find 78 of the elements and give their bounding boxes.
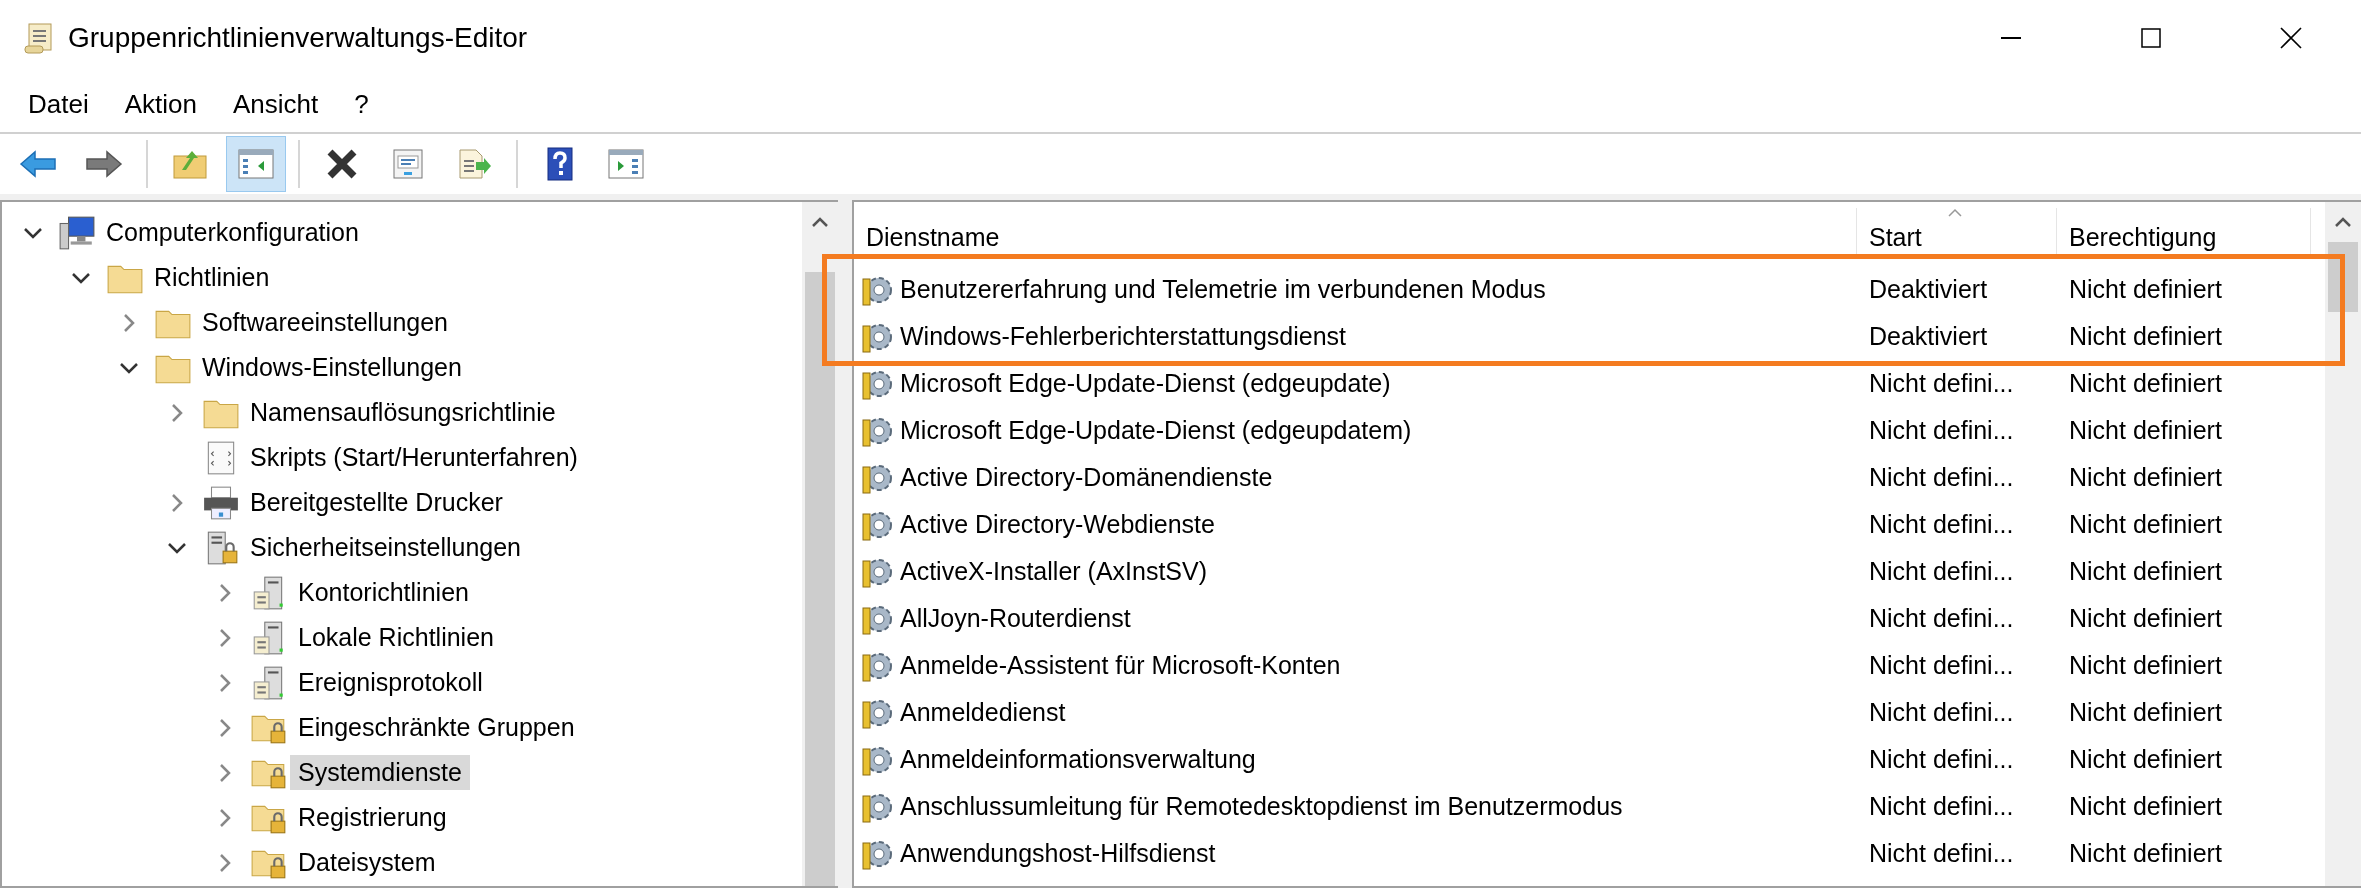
menu-item[interactable]: Aktion <box>106 84 215 124</box>
service-name[interactable]: Anwendungshost-Hilfsdienst <box>900 839 1216 868</box>
start-value: Nicht defini... <box>1869 604 2014 632</box>
permission-value: Nicht definiert <box>2069 416 2222 444</box>
permission-value: Nicht definiert <box>2069 557 2222 585</box>
help-book-icon <box>546 147 574 181</box>
tree-item[interactable]: Sicherheitseinstellungen <box>242 530 529 565</box>
menu-item[interactable]: Datei <box>10 84 107 124</box>
permission-value: Nicht definiert <box>2069 322 2222 350</box>
tree-item[interactable]: Kontorichtlinien <box>290 575 477 610</box>
tree-item[interactable]: Systemdienste <box>290 755 470 790</box>
menu-item[interactable]: ? <box>336 84 387 124</box>
tree-item[interactable]: Lokale Richtlinien <box>290 620 502 655</box>
tree-item[interactable]: Softwareeinstellungen <box>194 305 456 340</box>
column-header[interactable]: Berechtigung <box>2057 208 2311 258</box>
service-name[interactable]: Benutzererfahrung und Telemetrie im verbundenen Modus <box>900 275 1546 304</box>
start-value: Nicht defini... <box>1869 839 2014 867</box>
tree-item[interactable]: Skripts (Start/Herunterfahren) <box>242 440 586 475</box>
tree-item[interactable]: Bereitgestellte Drucker <box>242 485 511 520</box>
service-name[interactable]: Microsoft Edge-Update-Dienst (edgeupdate) <box>900 369 1391 398</box>
tree-item[interactable]: Namensauflösungsrichtlinie <box>242 395 564 430</box>
permission-value: Nicht definiert <box>2069 510 2222 538</box>
start-value: Nicht defini... <box>1869 792 2014 820</box>
start-value: Deaktiviert <box>1869 275 1988 303</box>
chevron-up-icon <box>2334 216 2352 228</box>
permission-value: Nicht definiert <box>2069 745 2222 773</box>
service-name[interactable]: Microsoft Edge-Update-Dienst (edgeupdatem) <box>900 416 1412 445</box>
start-value: Nicht defini... <box>1869 651 2014 679</box>
delete-x-icon <box>326 148 358 180</box>
start-value: Deaktiviert <box>1869 322 1988 350</box>
service-name[interactable]: AllJoyn-Routerdienst <box>900 604 1131 633</box>
start-value: Nicht defini... <box>1869 463 2014 491</box>
window-title: Gruppenrichtlinienverwaltungs-Editor <box>68 22 529 54</box>
menu-item[interactable]: Ansicht <box>214 84 337 124</box>
start-value: Nicht defini... <box>1869 510 2014 538</box>
computer-icon <box>58 214 96 251</box>
permission-value: Nicht definiert <box>2069 698 2222 726</box>
close-icon <box>2280 27 2302 49</box>
forward-arrow-icon <box>85 149 123 179</box>
scrollbar-thumb[interactable] <box>805 271 835 886</box>
service-name[interactable]: Anschlussumleitung für Remotedesktopdienst im Benutzermodus <box>900 792 1623 821</box>
chevron-up-icon <box>811 215 829 228</box>
permission-value: Nicht definiert <box>2069 792 2222 820</box>
start-value: Nicht defini... <box>1869 369 2014 397</box>
start-value: Nicht defini... <box>1869 698 2014 726</box>
tree-item[interactable]: Ereignisprotokoll <box>290 665 491 700</box>
service-name[interactable]: Active Directory-Domänendienste <box>900 463 1273 492</box>
permission-value: Nicht definiert <box>2069 369 2222 397</box>
start-value: Nicht defini... <box>1869 557 2014 585</box>
service-name[interactable]: Anmeldeinformationsverwaltung <box>900 745 1256 774</box>
service-name[interactable]: ActiveX-Installer (AxInstSV) <box>900 557 1208 586</box>
printer-icon <box>202 484 240 521</box>
start-value: Nicht defini... <box>1869 745 2014 773</box>
service-name[interactable]: Active Directory-Webdienste <box>900 510 1215 539</box>
action-pane-icon <box>608 149 644 179</box>
permission-value: Nicht definiert <box>2069 275 2222 303</box>
start-value: Nicht defini... <box>1869 416 2014 444</box>
tree-item[interactable]: Eingeschränkte Gruppen <box>290 710 583 745</box>
maximize-icon <box>2141 28 2161 48</box>
permission-value: Nicht definiert <box>2069 463 2222 491</box>
column-header[interactable]: Start <box>1857 208 2057 258</box>
tree-item[interactable]: Dateisystem <box>290 845 444 880</box>
permission-value: Nicht definiert <box>2069 604 2222 632</box>
permission-value: Nicht definiert <box>2069 839 2222 867</box>
tree-item[interactable]: Windows-Einstellungen <box>194 350 470 385</box>
permission-value: Nicht definiert <box>2069 651 2222 679</box>
service-name[interactable]: Windows-Fehlerberichterstattungsdienst <box>900 322 1347 351</box>
tree-item[interactable]: Registrierung <box>290 800 455 835</box>
export-list-icon <box>456 148 492 180</box>
properties-window-icon <box>392 148 424 180</box>
minimize-icon <box>2001 36 2021 40</box>
back-arrow-icon <box>19 149 57 179</box>
tree-pane-icon <box>238 149 274 179</box>
service-name[interactable]: Anmelde-Assistent für Microsoft-Konten <box>900 651 1341 680</box>
service-name[interactable]: Anmeldedienst <box>900 698 1066 727</box>
column-header[interactable]: Dienstname <box>854 208 1857 258</box>
tree-item[interactable]: Richtlinien <box>146 260 278 295</box>
tree-item[interactable]: Computerkonfiguration <box>98 215 367 250</box>
